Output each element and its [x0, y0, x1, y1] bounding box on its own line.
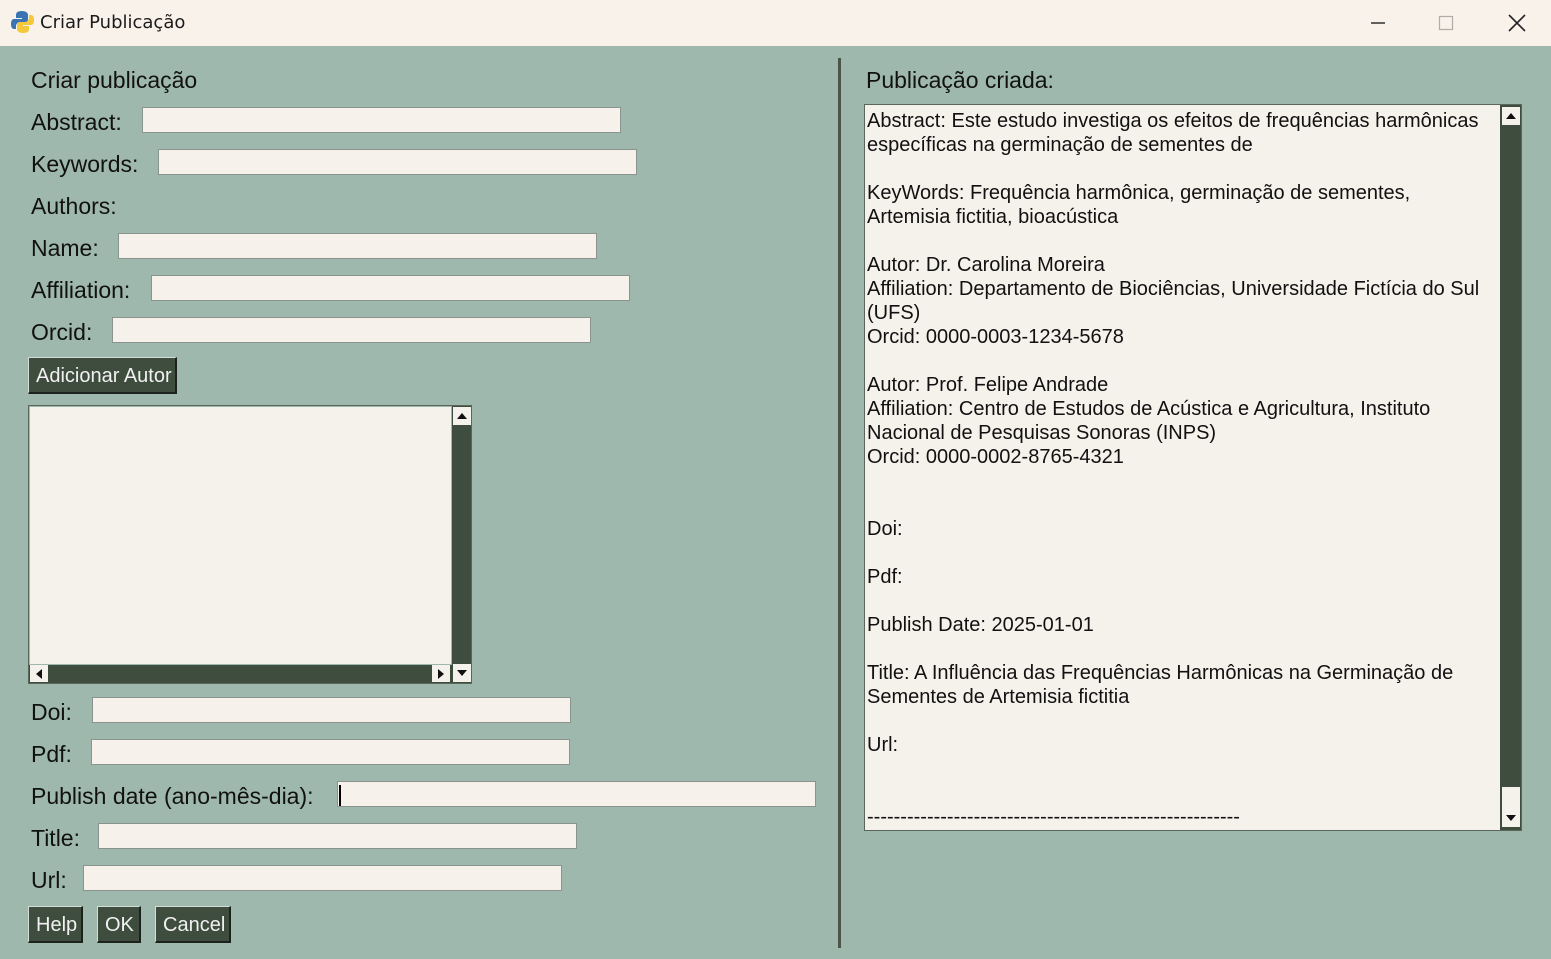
text-cursor — [339, 785, 341, 806]
scroll-left-button[interactable] — [30, 665, 48, 682]
minimize-icon — [1371, 22, 1385, 24]
window-title: Criar Publicação — [40, 12, 186, 33]
arrow-right-icon — [438, 668, 444, 679]
title-label: Title: — [31, 825, 80, 851]
pdf-label: Pdf: — [31, 741, 72, 767]
publish-date-label: Publish date (ano-mês-dia): — [31, 783, 314, 809]
abstract-label: Abstract: — [31, 109, 122, 135]
abstract-input[interactable] — [142, 107, 621, 133]
scroll-down-button[interactable] — [453, 664, 471, 682]
authors-vertical-scrollbar[interactable] — [452, 406, 471, 683]
close-icon — [1508, 14, 1526, 32]
affiliation-input[interactable] — [151, 275, 630, 301]
authors-horizontal-scrollbar[interactable] — [29, 665, 452, 683]
name-label: Name: — [31, 235, 99, 261]
name-input[interactable] — [118, 233, 597, 259]
authors-label: Authors: — [31, 193, 117, 219]
pdf-input[interactable] — [91, 739, 570, 765]
orcid-input[interactable] — [112, 317, 591, 343]
authors-list-area[interactable] — [30, 407, 451, 664]
panel-divider — [838, 58, 841, 948]
scroll-right-button[interactable] — [432, 665, 450, 682]
publish-date-input[interactable] — [337, 781, 816, 807]
doi-input[interactable] — [92, 697, 571, 723]
ok-button[interactable]: OK — [97, 906, 141, 943]
keywords-label: Keywords: — [31, 151, 139, 177]
publication-output-text: Abstract: Este estudo investiga os efeit… — [867, 110, 1480, 828]
arrow-down-icon — [1506, 815, 1516, 821]
doi-label: Doi: — [31, 699, 72, 725]
url-label: Url: — [31, 867, 67, 893]
close-button[interactable] — [1488, 0, 1546, 46]
form-heading: Criar publicação — [31, 67, 198, 93]
cancel-button[interactable]: Cancel — [155, 906, 231, 943]
arrow-up-icon — [1506, 113, 1516, 119]
add-author-button[interactable]: Adicionar Autor — [28, 357, 177, 394]
arrow-up-icon — [457, 413, 467, 419]
publication-output-textbox[interactable]: Abstract: Este estudo investiga os efeit… — [864, 104, 1522, 831]
output-heading: Publicação criada: — [866, 67, 1054, 93]
maximize-icon — [1438, 15, 1454, 31]
output-vertical-scrollbar[interactable] — [1500, 105, 1521, 830]
arrow-left-icon — [36, 668, 42, 679]
output-scroll-trough[interactable] — [1502, 787, 1520, 809]
scroll-up-button[interactable] — [453, 407, 471, 425]
minimize-button[interactable] — [1349, 0, 1407, 46]
output-scroll-up-button[interactable] — [1502, 107, 1520, 125]
affiliation-label: Affiliation: — [31, 277, 131, 303]
keywords-input[interactable] — [158, 149, 637, 175]
title-bar: Criar Publicação — [0, 0, 1551, 46]
python-app-icon — [11, 11, 34, 33]
url-input[interactable] — [83, 865, 562, 891]
orcid-label: Orcid: — [31, 319, 93, 345]
output-scroll-down-button[interactable] — [1502, 809, 1520, 827]
help-button[interactable]: Help — [28, 906, 83, 943]
title-input[interactable] — [98, 823, 577, 849]
maximize-button[interactable] — [1417, 0, 1475, 46]
authors-listbox[interactable] — [28, 405, 472, 684]
arrow-down-icon — [457, 670, 467, 676]
